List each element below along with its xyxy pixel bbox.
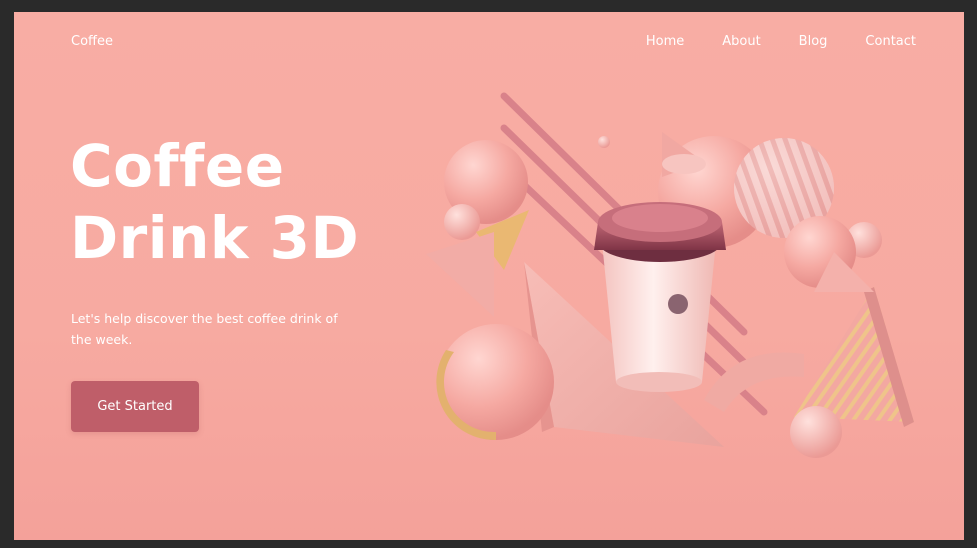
small-sphere [598, 136, 610, 148]
small-sphere [444, 204, 480, 240]
top-nav: Coffee Home About Blog Contact [14, 12, 964, 72]
coffee-cup-illustration [426, 92, 914, 458]
nav-home[interactable]: Home [646, 34, 684, 49]
nav-links: Home About Blog Contact [646, 34, 916, 49]
nav-contact[interactable]: Contact [865, 34, 916, 49]
hero-subtitle: Let's help discover the best coffee drin… [71, 311, 338, 347]
landing-page: Coffee Home About Blog Contact Coffee Dr… [14, 12, 964, 540]
nav-blog[interactable]: Blog [799, 34, 828, 49]
hero-title: Coffee Drink 3D [70, 130, 359, 274]
hero-title-line1: Coffee [70, 132, 285, 200]
brand-logo[interactable]: Coffee [71, 34, 113, 49]
nav-about[interactable]: About [722, 34, 760, 49]
striped-triangle [794, 287, 914, 422]
hero-title-line2: Drink 3D [70, 204, 360, 272]
cone-left [426, 232, 494, 317]
get-started-button[interactable]: Get Started [71, 381, 199, 432]
